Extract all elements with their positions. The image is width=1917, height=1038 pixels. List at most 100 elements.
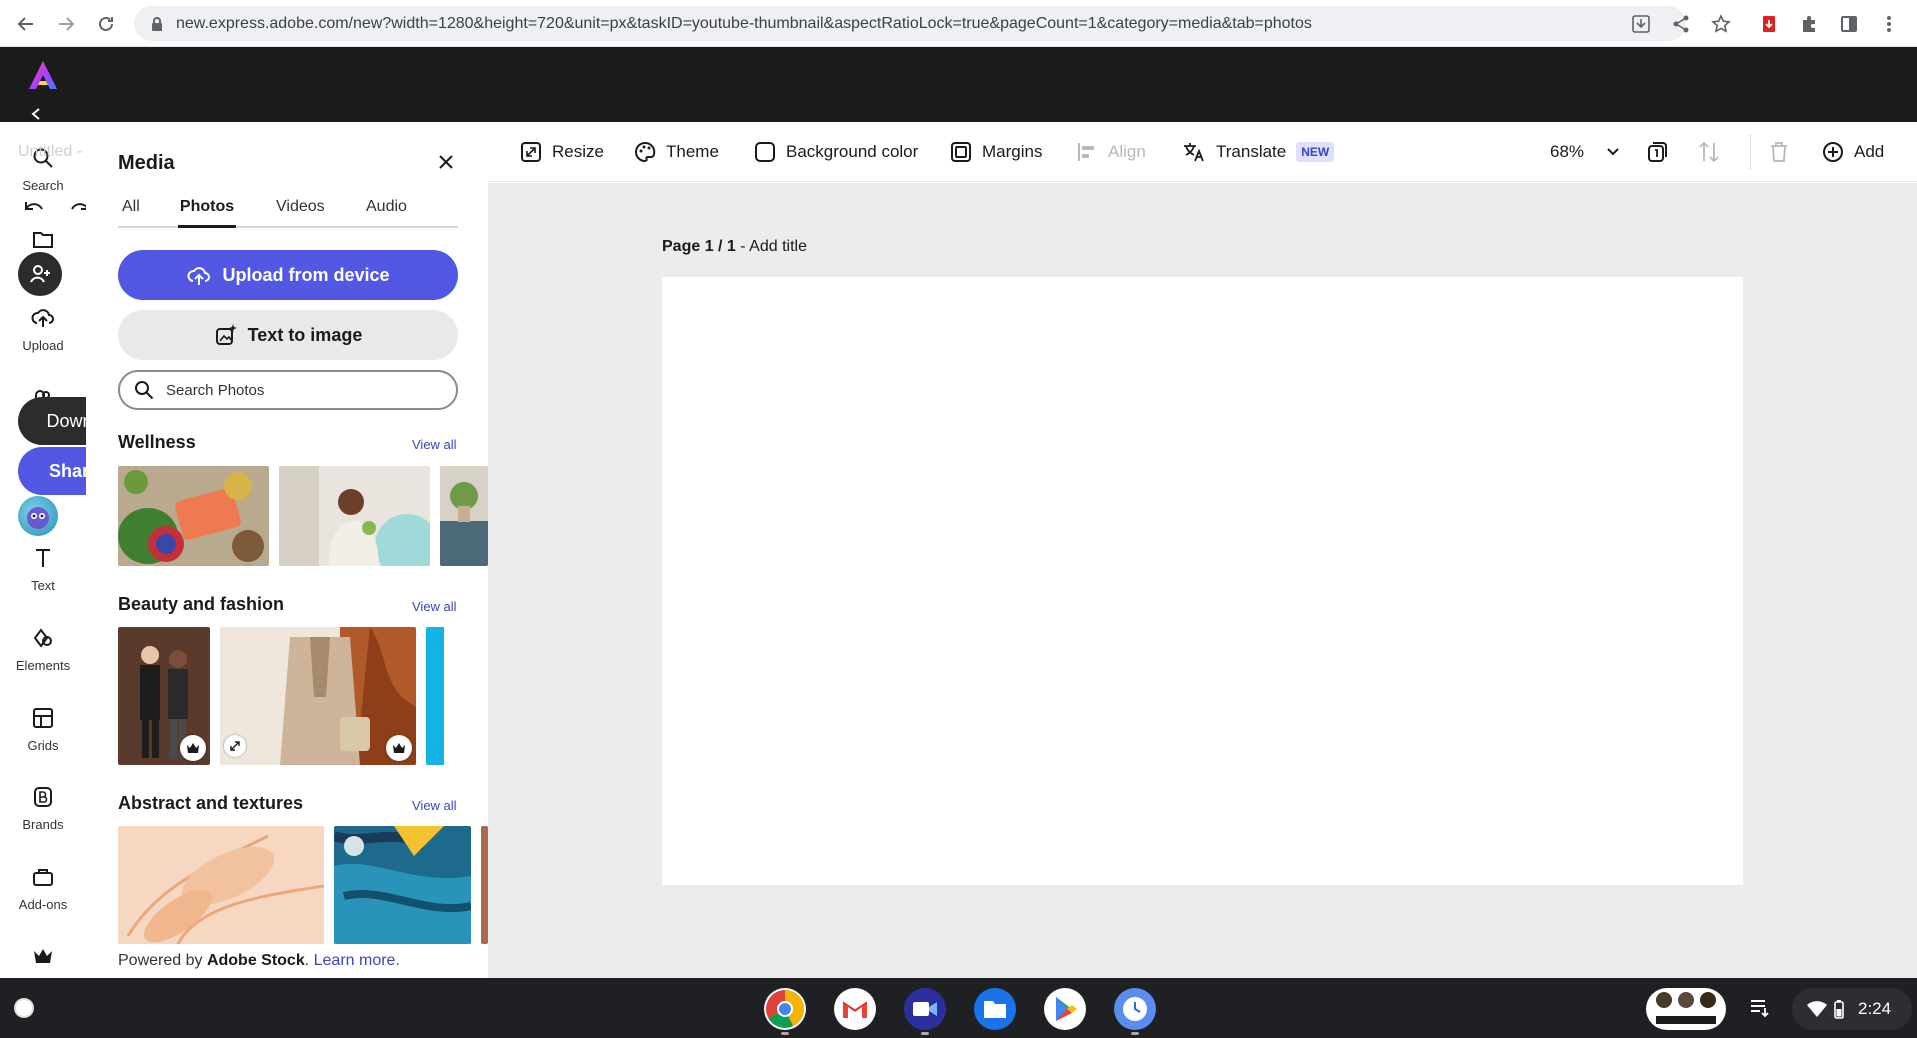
status-area[interactable]: 2:24 <box>1792 988 1912 1030</box>
tab-videos[interactable]: Videos <box>276 198 325 228</box>
bookmark-star-icon[interactable] <box>1708 11 1734 37</box>
view-all-wellness-link[interactable]: View all <box>412 437 457 452</box>
adobe-express-logo[interactable] <box>26 59 60 91</box>
menu-dots-icon[interactable] <box>1876 11 1902 37</box>
learn-more-link[interactable]: Learn more. <box>314 952 400 969</box>
share-page-icon[interactable] <box>1668 11 1694 37</box>
trash-icon <box>1771 142 1787 162</box>
delete-button[interactable] <box>1768 138 1790 166</box>
clock-app-icon[interactable] <box>1114 988 1156 1030</box>
gmail-app-icon[interactable] <box>834 988 876 1030</box>
pdf-extension-icon[interactable] <box>1756 11 1782 37</box>
wifi-icon <box>1807 1001 1827 1017</box>
page-label[interactable]: Page 1 / 1 - Add title <box>662 238 807 256</box>
panel-title: Media <box>118 152 175 174</box>
add-title[interactable]: - Add title <box>736 238 807 255</box>
add-label: Add <box>1854 142 1885 161</box>
undo-icon <box>25 202 43 210</box>
video-editor-app-icon[interactable] <box>904 988 946 1030</box>
avatar[interactable] <box>18 496 58 536</box>
photo-thumb-blue[interactable] <box>426 627 488 765</box>
close-panel-button[interactable] <box>432 148 460 176</box>
background-color-button[interactable]: Background color <box>754 138 918 166</box>
zoom-value: 68% <box>1550 142 1585 161</box>
pages-button[interactable] <box>1646 138 1668 166</box>
translate-label: Translate <box>1216 142 1287 161</box>
section-title-abstract-textures: Abstract and textures <box>118 793 304 813</box>
toolbar-divider <box>1750 134 1751 170</box>
view-all-abstract-link[interactable]: View all <box>412 798 457 813</box>
collapse-chevron-icon[interactable] <box>30 107 42 121</box>
powered-by-prefix: Powered by <box>118 952 207 969</box>
clock-time: 2:24 <box>1858 999 1892 1018</box>
align-button[interactable]: Align <box>1076 138 1146 166</box>
tab-photos[interactable]: Photos <box>178 198 236 228</box>
extensions-puzzle-icon[interactable] <box>1796 11 1822 37</box>
align-left-icon <box>1078 143 1094 161</box>
forward-button[interactable] <box>52 10 80 38</box>
upload-from-device-button[interactable]: Upload from device <box>118 250 458 300</box>
photo-thumb-blue-feathers[interactable] <box>334 826 471 944</box>
rail-item-addons[interactable]: Add-ons <box>0 855 86 925</box>
zoom-dropdown[interactable]: 68% <box>1550 138 1620 166</box>
left-rail: Search Upload Text Elements Grids Brands… <box>0 122 86 978</box>
launcher-icon[interactable] <box>14 998 34 1018</box>
invite-user-icon[interactable] <box>18 252 62 296</box>
view-all-beauty-link[interactable]: View all <box>412 599 457 614</box>
rail-item-premium[interactable] <box>0 934 86 978</box>
text-icon <box>29 544 57 572</box>
reload-icon <box>99 16 113 31</box>
search-photos-field[interactable] <box>118 370 458 410</box>
rail-label-addons: Add-ons <box>18 897 68 912</box>
photo-thumb-wood[interactable] <box>481 826 488 944</box>
section-title-wellness: Wellness <box>118 432 196 452</box>
add-page-button[interactable]: Add <box>1822 138 1884 166</box>
rail-item-brands[interactable]: Brands <box>0 775 86 845</box>
resize-icon <box>521 142 541 162</box>
artboard[interactable] <box>662 277 1743 885</box>
theme-button[interactable]: Theme <box>634 138 719 166</box>
rail-item-text[interactable]: Text <box>0 536 86 606</box>
browser-toolbar: new.express.adobe.com/new?width=1280&hei… <box>0 0 1917 47</box>
back-button[interactable] <box>12 10 40 38</box>
photo-thumb-food[interactable] <box>118 466 269 566</box>
canvas-area: Page 1 / 1 - Add title <box>488 183 1917 978</box>
powered-by-suffix: . <box>304 952 314 969</box>
reload-button[interactable] <box>92 10 120 38</box>
phone-hub-thumbnail[interactable] <box>1646 988 1726 1030</box>
upload-label: Upload from device <box>222 264 390 285</box>
rail-item-elements[interactable]: Elements <box>0 616 86 686</box>
photo-thumb-woman-relaxing[interactable] <box>279 466 430 566</box>
search-photos-input[interactable] <box>166 378 446 402</box>
rail-item-upload[interactable]: Upload <box>0 296 86 366</box>
play-store-app-icon[interactable] <box>1044 988 1086 1030</box>
address-bar[interactable]: new.express.adobe.com/new?width=1280&hei… <box>134 6 1686 41</box>
install-icon[interactable] <box>1628 11 1654 37</box>
margins-button[interactable]: Margins <box>950 138 1042 166</box>
photo-thumb-fashion-couple[interactable] <box>118 627 210 765</box>
running-indicator <box>781 1032 789 1035</box>
photo-thumb-peach-leaves[interactable] <box>118 826 324 944</box>
resize-button[interactable]: Resize <box>520 138 604 166</box>
reorder-button[interactable] <box>1698 138 1720 166</box>
chrome-app-icon[interactable] <box>764 988 806 1030</box>
photo-thumb-plants[interactable] <box>440 466 488 566</box>
tab-audio[interactable]: Audio <box>366 198 407 228</box>
new-badge: NEW <box>1296 142 1335 162</box>
margins-icon <box>951 142 971 162</box>
url-text[interactable]: new.express.adobe.com/new?width=1280&hei… <box>176 15 1312 33</box>
grid-icon <box>29 704 57 732</box>
tab-all[interactable]: All <box>122 198 140 228</box>
running-indicator <box>921 1032 929 1035</box>
files-app-icon[interactable] <box>974 988 1016 1030</box>
translate-button[interactable]: Translate NEW <box>1182 138 1335 166</box>
text-to-image-button[interactable]: Text to image <box>118 310 458 360</box>
pages-icon <box>1648 142 1667 162</box>
brand-icon <box>29 783 57 811</box>
side-panel-icon[interactable] <box>1836 11 1862 37</box>
photo-thumb-fashion-coat[interactable] <box>220 627 416 765</box>
section-title-beauty-fashion: Beauty and fashion <box>118 594 285 614</box>
add-circle-icon <box>1823 142 1843 162</box>
rail-item-grids[interactable]: Grids <box>0 696 86 766</box>
tote-icon[interactable] <box>1748 996 1770 1018</box>
